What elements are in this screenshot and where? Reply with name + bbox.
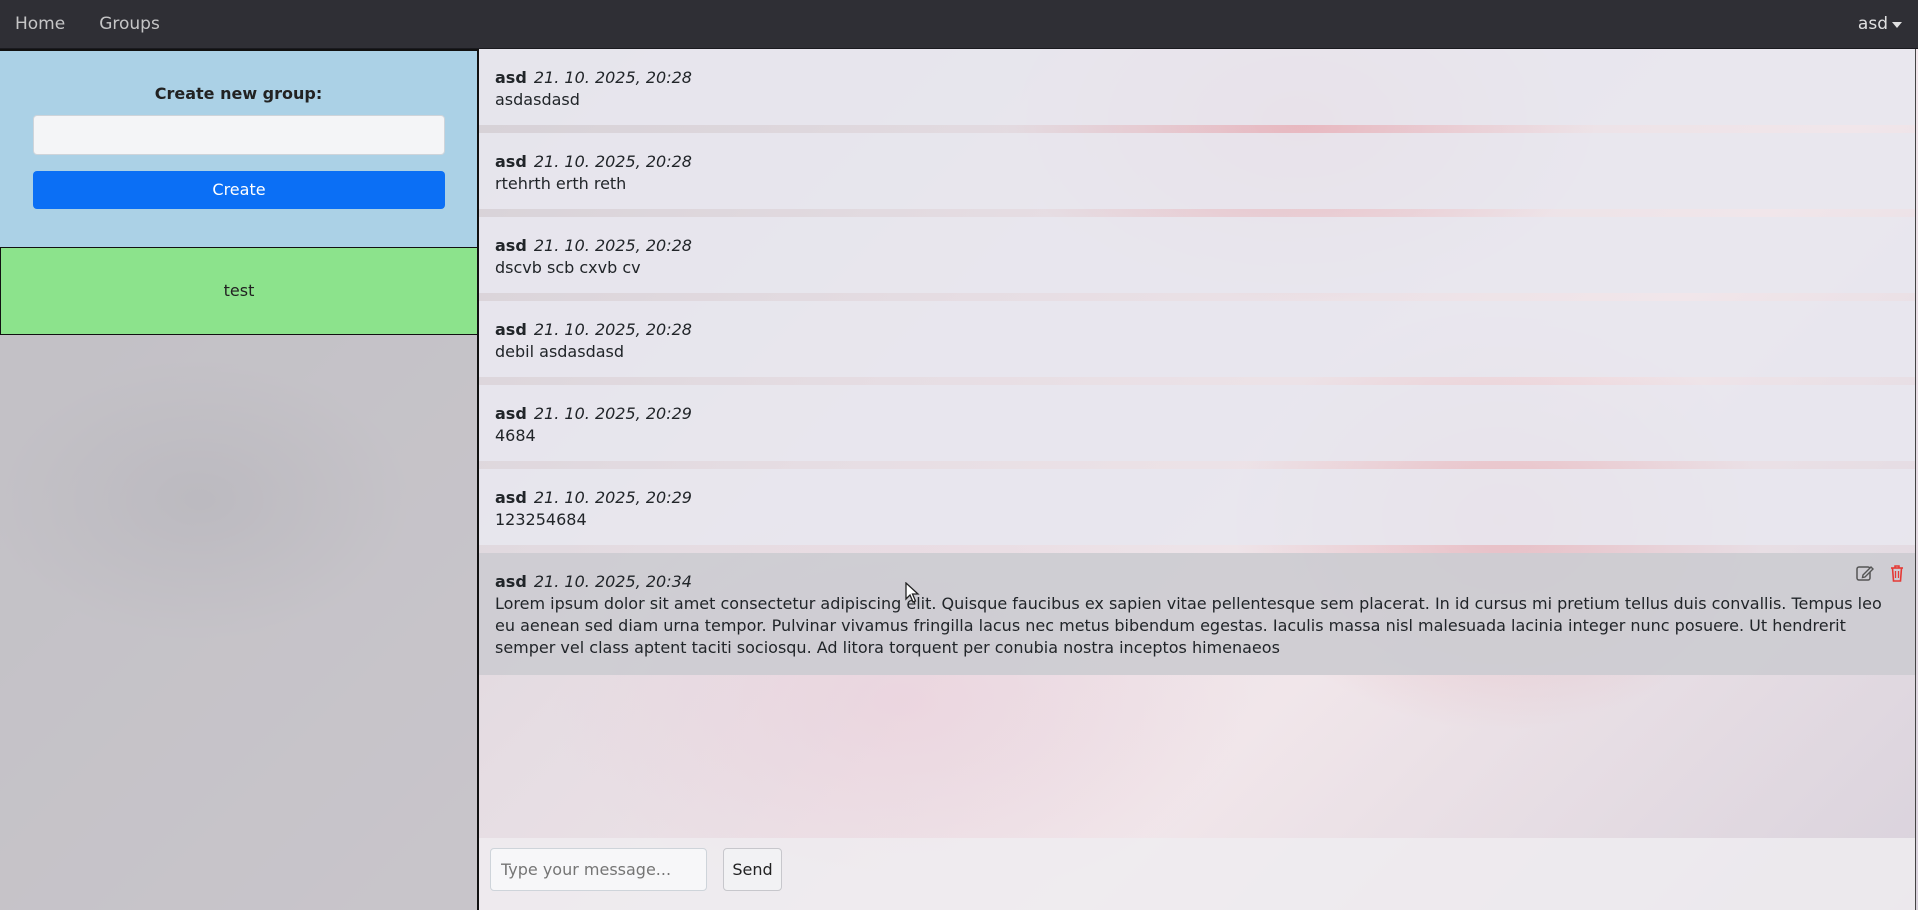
create-group-panel: Create new group: Create bbox=[0, 49, 477, 247]
message-header: asd 21. 10. 2025, 20:28 bbox=[495, 319, 1899, 341]
message-item: asd 21. 10. 2025, 20:28 dscvb scb cxvb c… bbox=[479, 217, 1915, 293]
message-header: asd 21. 10. 2025, 20:28 bbox=[495, 235, 1899, 257]
message-author: asd bbox=[495, 152, 527, 171]
nav-home-link[interactable]: Home bbox=[15, 14, 65, 34]
group-item-test[interactable]: test bbox=[0, 247, 478, 335]
message-text: 4684 bbox=[495, 426, 536, 445]
groups-sidebar: Create new group: Create test bbox=[0, 49, 479, 910]
caret-down-icon bbox=[1892, 22, 1902, 28]
message-timestamp: 21. 10. 2025, 20:28 bbox=[533, 152, 692, 171]
user-menu-dropdown[interactable]: asd bbox=[1858, 14, 1902, 34]
message-item: asd 21. 10. 2025, 20:29 123254684 bbox=[479, 469, 1915, 545]
message-text: Lorem ipsum dolor sit amet consectetur a… bbox=[495, 594, 1882, 657]
message-timestamp: 21. 10. 2025, 20:29 bbox=[533, 404, 692, 423]
message-header: asd 21. 10. 2025, 20:34 bbox=[495, 571, 1899, 593]
message-composer: Send bbox=[479, 838, 1915, 910]
message-text: dscvb scb cxvb cv bbox=[495, 258, 641, 277]
mouse-cursor-icon bbox=[905, 582, 920, 603]
message-timestamp: 21. 10. 2025, 20:28 bbox=[533, 320, 692, 339]
send-button[interactable]: Send bbox=[723, 848, 782, 891]
message-author: asd bbox=[495, 572, 527, 591]
message-author: asd bbox=[495, 236, 527, 255]
message-header: asd 21. 10. 2025, 20:29 bbox=[495, 487, 1899, 509]
message-item: asd 21. 10. 2025, 20:28 debil asdasdasd bbox=[479, 301, 1915, 377]
message-author: asd bbox=[495, 404, 527, 423]
user-name: asd bbox=[1857, 14, 1888, 34]
top-navbar: Home Groups asd bbox=[0, 0, 1918, 49]
message-author: asd bbox=[495, 68, 527, 87]
message-timestamp: 21. 10. 2025, 20:28 bbox=[533, 68, 692, 87]
message-author: asd bbox=[495, 320, 527, 339]
message-actions bbox=[1855, 563, 1907, 583]
message-item: asd 21. 10. 2025, 20:28 rtehrth erth ret… bbox=[479, 133, 1915, 209]
message-timestamp: 21. 10. 2025, 20:29 bbox=[533, 488, 692, 507]
message-timestamp: 21. 10. 2025, 20:28 bbox=[533, 236, 692, 255]
chat-panel: asd 21. 10. 2025, 20:28 asdasdasd asd 21… bbox=[479, 49, 1916, 910]
message-item: asd 21. 10. 2025, 20:29 4684 bbox=[479, 385, 1915, 461]
message-text: asdasdasd bbox=[495, 90, 580, 109]
message-timestamp: 21. 10. 2025, 20:34 bbox=[533, 572, 692, 591]
message-text: rtehrth erth reth bbox=[495, 174, 627, 193]
message-item: asd 21. 10. 2025, 20:28 asdasdasd bbox=[479, 49, 1915, 125]
message-item-hovered: asd 21. 10. 2025, 20:34 Lorem ipsum dolo… bbox=[479, 553, 1915, 675]
message-header: asd 21. 10. 2025, 20:28 bbox=[495, 151, 1899, 173]
message-header: asd 21. 10. 2025, 20:29 bbox=[495, 403, 1899, 425]
message-text: debil asdasdasd bbox=[495, 342, 625, 361]
edit-icon[interactable] bbox=[1855, 563, 1875, 583]
message-author: asd bbox=[495, 488, 527, 507]
trash-icon[interactable] bbox=[1887, 563, 1907, 583]
create-group-title: Create new group: bbox=[154, 84, 323, 103]
nav-groups-link[interactable]: Groups bbox=[99, 14, 160, 34]
group-name-input[interactable] bbox=[33, 115, 445, 155]
message-header: asd 21. 10. 2025, 20:28 bbox=[495, 67, 1899, 89]
message-text: 123254684 bbox=[495, 510, 587, 529]
message-input[interactable] bbox=[490, 848, 707, 891]
create-group-button[interactable]: Create bbox=[33, 171, 445, 209]
